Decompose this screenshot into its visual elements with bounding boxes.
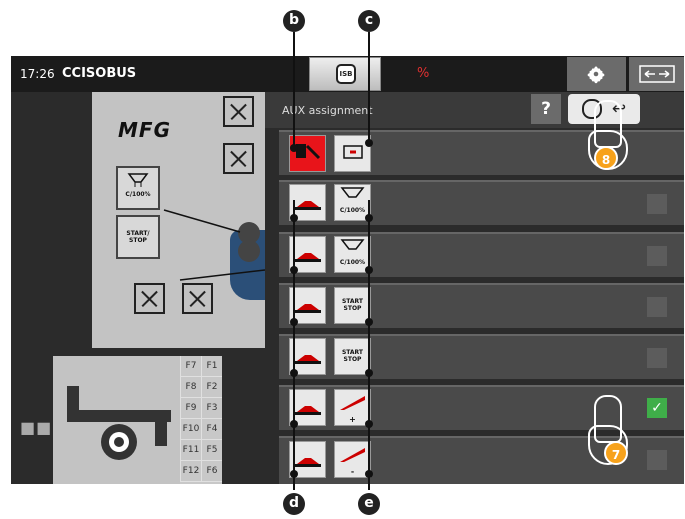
left-panel-background [11,92,92,356]
function-key[interactable]: F7 [180,356,201,377]
implement-preview [53,356,180,484]
callout-dot [365,214,373,222]
isb-button[interactable]: ISB [309,57,381,91]
connection-icon: % [417,66,430,81]
joystick-input-icon [343,145,363,159]
callout-dot [290,266,298,274]
clock: 17:26 [20,67,55,81]
function-key[interactable]: F6 [201,461,222,482]
empty-softkey[interactable] [134,283,165,314]
callout-line [293,200,295,490]
brand-logo: CCISOBUS [62,66,137,81]
function-key[interactable]: F11 [180,440,201,461]
ramp-down-icon [340,448,365,462]
connector-lines [163,209,265,281]
isb-icon: ISB [336,64,356,84]
function-keys: F7 F1 F8 F2 F9 F3 F10 F4 F11 F5 F12 F6 [180,356,222,484]
spreader-icon [340,239,365,250]
checkmark-icon[interactable]: ✓ [647,398,667,418]
callout-dot [365,318,373,326]
section-icon [294,355,321,364]
section-icon [294,253,321,262]
function-key[interactable]: F10 [180,419,201,440]
row-checkbox[interactable] [647,246,667,266]
callout-dot [290,369,298,377]
function-key[interactable]: F2 [201,377,222,398]
spreader-icon [340,187,365,198]
callout-dot [365,266,373,274]
implement-icon [67,386,171,460]
section-icon [294,406,321,415]
settings-button[interactable] [567,57,626,91]
callout-e: e [358,493,380,515]
function-key[interactable]: F9 [180,398,201,419]
callout-d: d [283,493,305,515]
callout-b: b [283,10,305,32]
callout-dot [365,139,373,147]
function-red-icon [296,144,321,160]
step-badge-8: 8 [594,146,618,170]
callout-dot [290,420,298,428]
section-icon [294,304,321,313]
hand-pointer-icon: 7 [588,395,628,475]
callout-dot [365,420,373,428]
row-checkbox[interactable] [647,348,667,368]
callout-dot [290,470,298,478]
aux-input-label: C/100% [339,207,366,214]
aux-title: AUX assignment [282,104,373,117]
gear-icon [587,66,605,84]
callout-line [368,200,370,490]
function-key[interactable]: F1 [201,356,222,377]
help-button[interactable]: ? [531,94,561,124]
callout-dot [290,214,298,222]
step-badge-7: 7 [604,441,628,465]
callout-line [368,32,370,142]
aux-input-label: START STOP [341,349,364,363]
function-key[interactable]: F5 [201,440,222,461]
row-checkbox[interactable] [647,297,667,317]
callout-dot [365,369,373,377]
function-key[interactable]: F3 [201,398,222,419]
callout-line [293,32,295,147]
aux-input-label: C/100% [339,259,366,266]
callout-dot [290,144,298,152]
hand-pointer-icon: 8 [588,100,628,180]
row-checkbox[interactable] [647,450,667,470]
function-key[interactable]: F12 [180,461,201,482]
empty-softkey[interactable] [182,283,213,314]
aux-input-label: START STOP [341,298,364,312]
section-icon [294,201,321,210]
ramp-up-icon [340,396,365,410]
function-key[interactable]: F4 [201,419,222,440]
swap-screen-button[interactable] [629,57,684,91]
callout-c: c [358,10,380,32]
swap-screen-icon [639,65,675,83]
function-key[interactable]: F8 [180,377,201,398]
callout-dot [290,318,298,326]
row-checkbox[interactable] [647,194,667,214]
callout-dot [365,470,373,478]
